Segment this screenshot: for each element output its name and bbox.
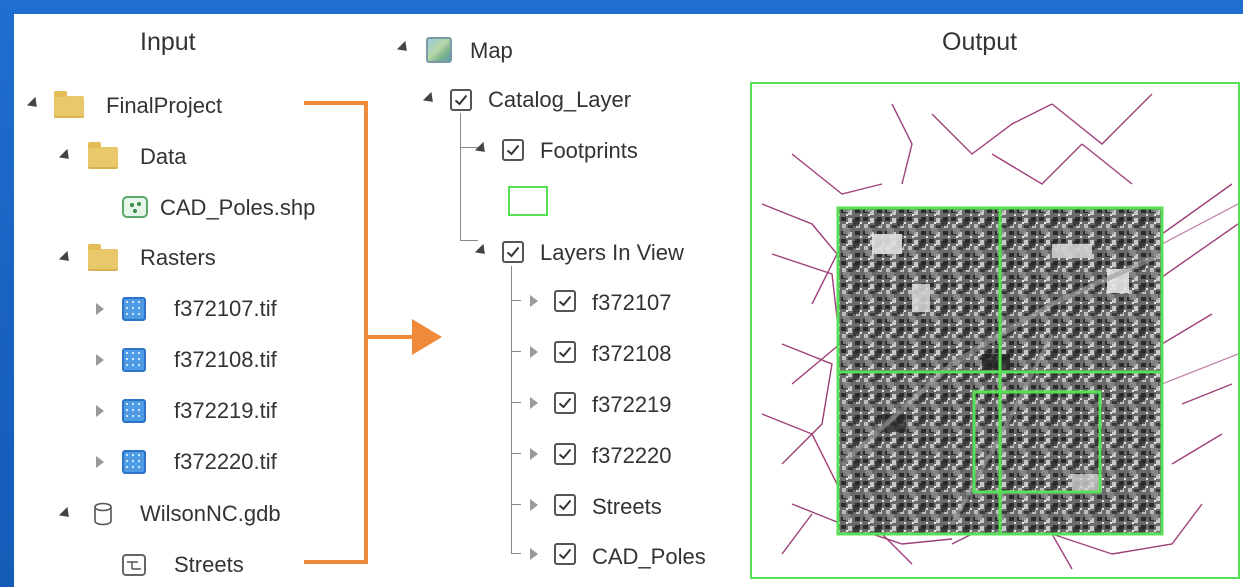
checkbox-checked-icon[interactable] [554,392,576,414]
collapse-triangle-icon[interactable] [530,499,538,511]
collapse-triangle-icon[interactable] [530,548,538,560]
expand-triangle-icon[interactable] [58,506,74,522]
tree-item-rasters[interactable]: Rasters [140,245,216,271]
tree-item-layer-6[interactable]: CAD_Poles [592,544,706,570]
collapse-triangle-icon[interactable] [96,354,104,366]
tree-item-finalproject[interactable]: FinalProject [106,93,222,119]
collapse-triangle-icon[interactable] [530,448,538,460]
raster-icon [122,348,146,372]
content-panel: Input FinalProject Data CAD_Poles.shp Ra… [14,14,1243,587]
tree-item-footprints[interactable]: Footprints [540,138,638,164]
tree-item-wilsonnc-gdb[interactable]: WilsonNC.gdb [140,501,281,527]
checkbox-checked-icon[interactable] [502,139,524,161]
arrow-shaft [364,335,416,339]
tree-item-cad-poles-shp[interactable]: CAD_Poles.shp [160,195,315,221]
tree-connector [511,504,521,505]
checkbox-checked-icon[interactable] [554,543,576,565]
tree-item-catalog-layer[interactable]: Catalog_Layer [488,87,631,113]
expand-triangle-icon[interactable] [58,148,74,164]
collapse-triangle-icon[interactable] [530,346,538,358]
tree-item-layer-1[interactable]: f372107 [592,290,672,316]
collapse-triangle-icon[interactable] [530,397,538,409]
database-icon [94,502,112,526]
output-heading: Output [942,28,1018,56]
checkbox-checked-icon[interactable] [554,443,576,465]
arrow-right-icon [412,319,442,355]
tree-connector [511,553,521,554]
tree-item-layer-3[interactable]: f372219 [592,392,672,418]
output-map [761,93,1238,570]
checkbox-checked-icon[interactable] [554,290,576,312]
checkbox-checked-icon[interactable] [554,494,576,516]
bracket-top [304,101,368,105]
collapse-triangle-icon[interactable] [530,295,538,307]
tree-item-data[interactable]: Data [140,144,186,170]
folder-icon [88,142,118,169]
collapse-triangle-icon[interactable] [96,405,104,417]
point-feature-icon [122,196,148,218]
raster-icon [122,450,146,474]
collapse-triangle-icon[interactable] [96,456,104,468]
checkbox-checked-icon[interactable] [554,341,576,363]
tree-item-layers-in-view[interactable]: Layers In View [540,240,684,266]
tree-connector [511,453,521,454]
checkbox-checked-icon[interactable] [450,89,472,111]
raster-icon [122,399,146,423]
folder-icon [54,91,84,118]
tree-connector [511,351,521,352]
tree-item-raster-2[interactable]: f372108.tif [174,347,277,373]
bracket-vertical [364,101,368,564]
tree-connector [460,147,478,148]
tree-item-raster-4[interactable]: f372220.tif [174,449,277,475]
tree-connector [460,113,461,240]
expand-triangle-icon[interactable] [396,40,412,56]
footprint-symbol [508,186,548,216]
checkbox-checked-icon[interactable] [502,241,524,263]
tree-connector [511,266,512,553]
tree-connector [511,300,521,301]
tree-item-layer-4[interactable]: f372220 [592,443,672,469]
tree-item-map[interactable]: Map [470,38,513,64]
expand-triangle-icon[interactable] [58,250,74,266]
input-heading: Input [140,28,196,56]
tree-item-raster-3[interactable]: f372219.tif [174,398,277,424]
collapse-triangle-icon[interactable] [96,303,104,315]
raster-icon [122,297,146,321]
expand-triangle-icon[interactable] [422,91,438,107]
tree-item-raster-1[interactable]: f372107.tif [174,296,277,322]
tree-item-layer-2[interactable]: f372108 [592,341,672,367]
tree-connector [460,240,478,241]
map-icon [426,37,452,63]
line-feature-icon [122,554,146,576]
expand-triangle-icon[interactable] [474,141,490,157]
tree-item-layer-5[interactable]: Streets [592,494,662,520]
folder-icon [88,244,118,271]
tree-item-streets[interactable]: Streets [174,552,244,578]
output-map-frame [750,82,1240,579]
tree-connector [511,402,521,403]
expand-triangle-icon[interactable] [474,243,490,259]
bracket-bottom [304,560,368,564]
expand-triangle-icon[interactable] [26,96,42,112]
